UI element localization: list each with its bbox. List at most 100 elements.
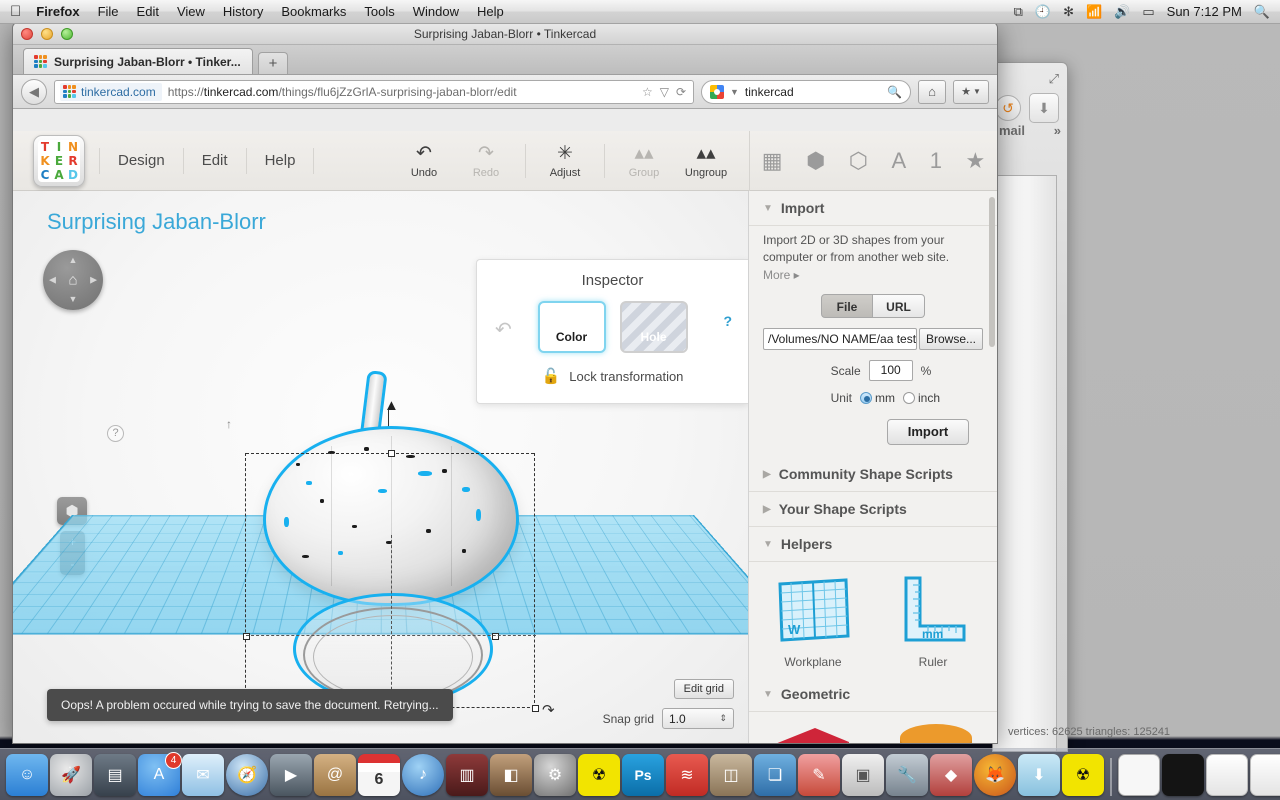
menu-item-view[interactable]: View [168,0,214,24]
dock-item-replicatorg-2[interactable]: ☢ [1062,754,1104,796]
menu-item-window[interactable]: Window [404,0,468,24]
edit-grid-button[interactable]: Edit grid [673,679,734,699]
import-button[interactable]: Import [887,419,969,445]
menu-item-history[interactable]: History [214,0,272,24]
expand-icon[interactable]: ⤢ [1049,71,1059,87]
search-bar[interactable]: ▼ tinkercad 🔍 [701,79,911,104]
section-header-helpers[interactable]: ▼ Helpers [749,527,997,562]
swatch-hole[interactable]: Hole [619,301,688,353]
bookmark-star-icon[interactable]: ☆ [642,85,653,99]
page-title[interactable]: Surprising Jaban-Blorr [47,209,266,235]
search-input-value[interactable]: tinkercad [745,85,794,99]
menu-item-firefox[interactable]: Firefox [27,0,88,24]
section-header-your-shape-scripts[interactable]: ▶ Your Shape Scripts [749,492,997,527]
workplane-icon[interactable]: ▦ [762,148,783,174]
menu-clock[interactable]: Sun 7:12 PM [1167,4,1242,19]
number-icon[interactable]: 1 [930,148,942,174]
cylinder-shape[interactable] [892,722,978,743]
rotate-handle-icon[interactable]: ↷ [542,701,555,719]
pan-up-icon[interactable]: ▲ [69,256,78,265]
dock-item-polyhedron-app[interactable]: ◆ [930,754,972,796]
browse-button[interactable]: Browse... [918,328,983,350]
dock-item-sketch-app[interactable]: ✎ [798,754,840,796]
inspector-undo-arrow-icon[interactable]: ↶ [495,317,512,342]
unit-inch-radio[interactable]: inch [902,391,940,405]
lock-transformation-row[interactable]: 🔓 Lock transformation [477,367,748,385]
spotlight-search-icon[interactable]: 🔍 [1254,5,1270,18]
pan-left-icon[interactable]: ◀ [49,275,56,285]
dock-window-black[interactable] [1162,754,1204,796]
section-header-geometric[interactable]: ▼ Geometric [749,677,997,712]
new-tab-button[interactable]: + [258,52,288,74]
dock-item-imovie[interactable]: ▥ [446,754,488,796]
dock-item-mail[interactable]: ✉ [182,754,224,796]
menu-item-edit[interactable]: Edit [128,0,168,24]
3d-canvas[interactable]: Surprising Jaban-Blorr ▲ ▼ ◀ ▶ ⌂ ? ⬢ + - [13,191,749,743]
home-button[interactable]: ⌂ [918,79,946,104]
search-engine-dropdown-icon[interactable]: ▼ [730,87,739,97]
panel-scrollbar[interactable] [989,197,995,347]
wifi-icon[interactable]: 📶 [1086,5,1102,18]
site-identity-badge[interactable]: tinkercad.com [60,82,162,101]
resize-handle-top[interactable] [388,450,395,457]
dock-item-finder[interactable]: ☺ [6,754,48,796]
chevron-double-right-icon[interactable]: » [1054,123,1061,138]
battery-icon[interactable]: ▭ [1142,5,1154,18]
timemachine-icon[interactable]: 🕘 [1035,5,1051,18]
menu-item-help[interactable]: Help [468,0,513,24]
helper-ruler[interactable]: mm Ruler [875,574,991,669]
box-shape[interactable] [769,722,855,743]
dock-item-launchpad[interactable]: 🚀 [50,754,92,796]
menu-item-file[interactable]: File [89,0,128,24]
dock-item-firefox[interactable]: 🦊 [974,754,1016,796]
dock-item-mission-control[interactable]: ▤ [94,754,136,796]
dock-document-2[interactable] [1250,754,1280,796]
dock-item-replicatorg[interactable]: ☢ [578,754,620,796]
inspector-help-button[interactable]: ? [723,313,732,329]
pan-right-icon[interactable]: ▶ [90,275,97,285]
stepper-icon[interactable]: ⇕ [719,713,727,724]
tinkercad-logo[interactable]: T I N K E R C A D [33,134,85,187]
tab-file[interactable]: File [821,294,873,318]
inspector-panel[interactable]: Inspector ↶ ? Color Hole 🔓 Lock transfor… [476,259,748,404]
menu-item-tools[interactable]: Tools [355,0,403,24]
airplay-icon[interactable]: ⧉ [1014,5,1023,18]
dock-item-downloads-folder[interactable]: ⬇ [1018,754,1060,796]
view-navigation-disc[interactable]: ▲ ▼ ◀ ▶ ⌂ [43,250,103,310]
helper-workplane[interactable]: W Workplane [755,574,871,669]
nav-help-button[interactable]: ? [107,425,124,442]
dock-item-itunes[interactable]: ♪ [402,754,444,796]
tool-ungroup[interactable]: ▴▴ Ungroup [675,143,737,179]
bluetooth-icon[interactable]: ✻ [1063,5,1074,18]
dock-item-facetime[interactable]: ▶ [270,754,312,796]
download-icon[interactable]: ⬇ [1029,93,1059,123]
section-header-community-shape-scripts[interactable]: ▶ Community Shape Scripts [749,457,997,492]
menu-design[interactable]: Design [99,147,184,174]
reload-icon[interactable]: ⟳ [676,85,686,99]
file-path-input[interactable]: /Volumes/NO NAME/aa test [763,328,917,350]
swatch-color[interactable]: Color [537,301,606,353]
dock-item-photoshop[interactable]: Ps [622,754,664,796]
dock-item-ipod-utility[interactable]: ▣ [842,754,884,796]
unlocked-padlock-icon[interactable]: 🔓 [542,367,561,385]
dock-item-app-store[interactable]: A [138,752,182,796]
background-window[interactable]: ⤢ ↺ ⬇ mail » [992,62,1068,752]
tool-undo[interactable]: ↶ Undo [393,143,455,179]
chevron-down-icon[interactable]: ▽ [660,85,669,99]
browser-tab-active[interactable]: Surprising Jaban-Blorr • Tinker... [23,48,253,74]
scale-input[interactable]: 100 [868,360,913,381]
dock-item-iphoto[interactable]: ◧ [490,754,532,796]
text-icon[interactable]: A [892,148,907,174]
unit-mm-radio[interactable]: mm [859,391,895,405]
dock-item-system-preferences[interactable]: ⚙ [534,754,576,796]
snap-grid-select[interactable]: 1.0 ⇕ [662,708,734,729]
menu-help[interactable]: Help [247,147,315,174]
address-bar[interactable]: tinkercad.com https://tinkercad.com/thin… [54,79,694,104]
favorites-icon[interactable]: ★ [966,148,986,174]
tool-adjust[interactable]: ✳ Adjust [534,143,596,179]
menu-edit[interactable]: Edit [184,147,247,174]
home-view-icon[interactable]: ⌂ [68,273,77,288]
section-header-import[interactable]: ▼ Import [749,191,997,226]
back-button[interactable]: ◀ [21,78,47,105]
menu-item-bookmarks[interactable]: Bookmarks [272,0,355,24]
